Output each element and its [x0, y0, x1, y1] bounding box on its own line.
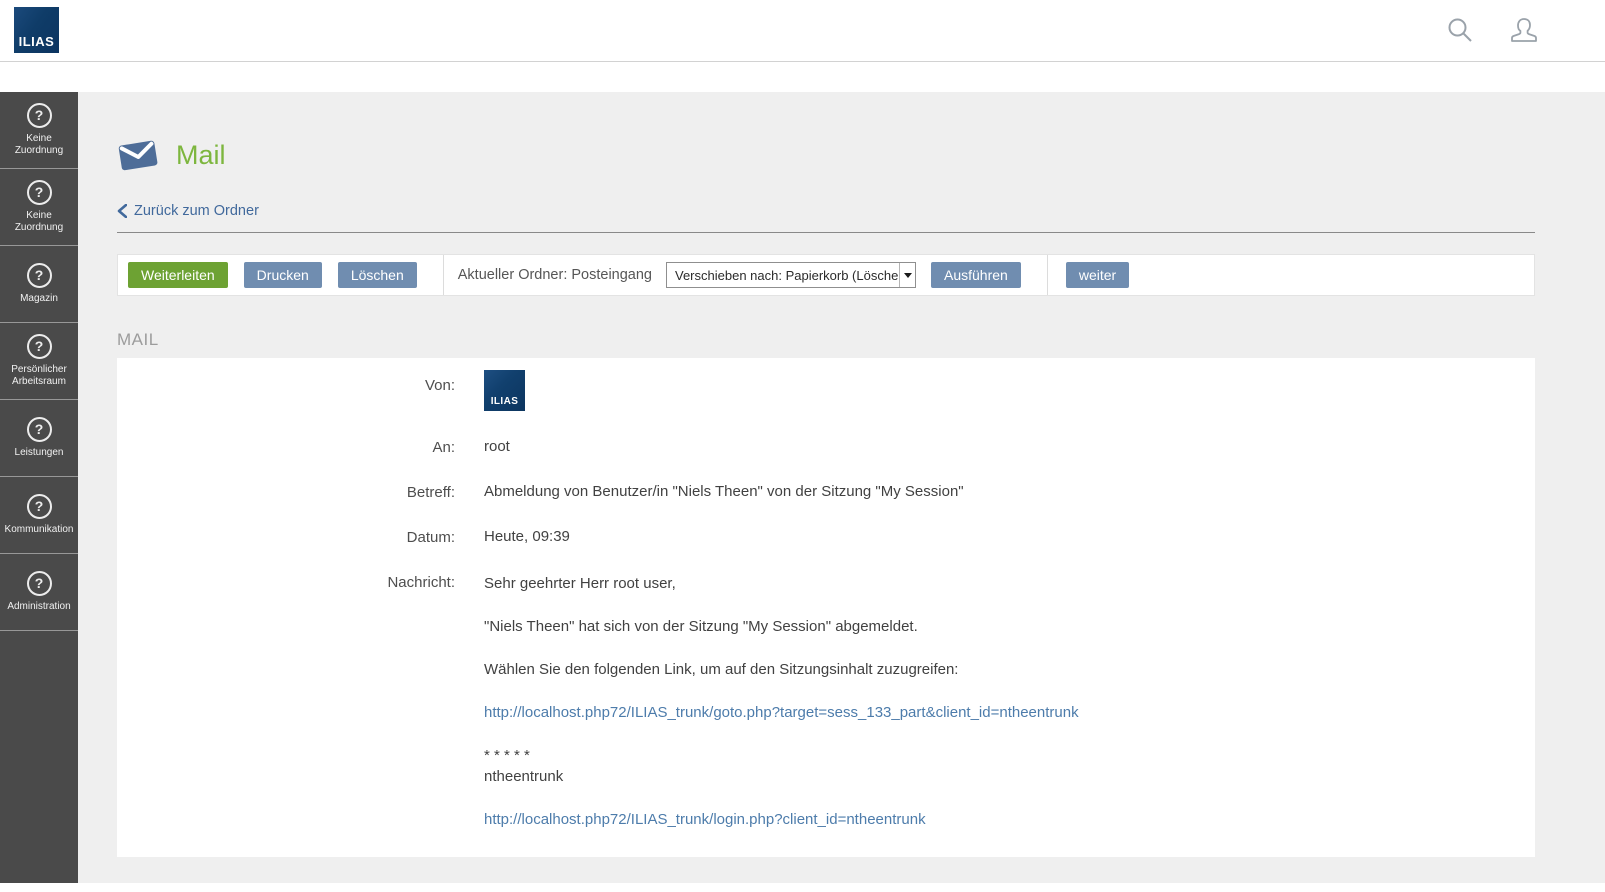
date-label: Datum:: [117, 528, 455, 546]
top-header: ILIAS: [0, 0, 1605, 62]
date-value: Heute, 09:39: [484, 528, 570, 546]
sidebar-item-keine-zuordnung-2[interactable]: ? Keine Zuordnung: [0, 169, 78, 246]
question-circle-icon: ?: [27, 103, 52, 128]
page-title-row: Mail: [117, 136, 1535, 174]
question-circle-icon: ?: [27, 571, 52, 596]
sidebar-item-label: Kommunikation: [5, 524, 74, 537]
mail-panel: Von: ILIAS An: root Betreff: Abmeldung v…: [117, 358, 1535, 857]
search-icon[interactable]: [1445, 16, 1475, 46]
select-dropdown-arrow-icon: [899, 263, 915, 287]
message-body-line: Wählen Sie den folgenden Link, um auf de…: [484, 659, 1079, 680]
question-circle-icon: ?: [27, 494, 52, 519]
user-icon[interactable]: [1509, 16, 1539, 46]
page-title: Mail: [176, 140, 226, 171]
to-label: An:: [117, 438, 455, 456]
sidebar-item-label: Persönlicher Arbeitsraum: [2, 364, 76, 389]
mail-field-message: Nachricht: Sehr geehrter Herr root user,…: [117, 573, 1515, 830]
main-sidebar: ? Keine Zuordnung ? Keine Zuordnung ? Ma…: [0, 92, 78, 883]
session-link[interactable]: http://localhost.php72/ILIAS_trunk/goto.…: [484, 704, 1079, 721]
from-label: Von:: [117, 376, 455, 411]
sidebar-item-administration[interactable]: ? Administration: [0, 554, 78, 631]
sender-avatar: ILIAS: [484, 370, 525, 411]
header-actions: [1445, 16, 1605, 46]
message-label: Nachricht:: [117, 573, 455, 830]
to-value: root: [484, 438, 510, 456]
print-button[interactable]: Drucken: [244, 262, 322, 288]
move-to-select-value: Verschieben nach: Papierkorb (Löschen): [667, 268, 899, 283]
forward-button[interactable]: Weiterleiten: [128, 262, 228, 288]
message-signature: * * * * *ntheentrunk: [484, 745, 1079, 787]
question-circle-icon: ?: [27, 263, 52, 288]
mail-section-title: MAIL: [117, 330, 1535, 350]
main-content: Mail Zurück zum Ordner Weiterleiten Druc…: [78, 92, 1605, 883]
ilias-logo-text: ILIAS: [19, 34, 55, 53]
back-to-folder-link[interactable]: Zurück zum Ordner: [117, 203, 259, 219]
sidebar-item-label: Keine Zuordnung: [2, 133, 76, 158]
next-button[interactable]: weiter: [1066, 262, 1129, 288]
sub-header-strip: [0, 62, 1605, 92]
delete-button[interactable]: Löschen: [338, 262, 417, 288]
mail-envelope-icon: [117, 136, 159, 174]
mail-field-from: Von: ILIAS: [117, 376, 1515, 411]
sender-avatar-text: ILIAS: [491, 396, 519, 411]
sidebar-item-label: Keine Zuordnung: [2, 210, 76, 235]
move-to-select[interactable]: Verschieben nach: Papierkorb (Löschen): [666, 262, 916, 288]
backlink-row: Zurück zum Ordner: [117, 203, 1535, 233]
sidebar-item-label: Magazin: [20, 293, 58, 306]
mail-field-to: An: root: [117, 438, 1515, 456]
message-body-line: "Niels Theen" hat sich von der Sitzung "…: [484, 616, 1079, 637]
subject-label: Betreff:: [117, 483, 455, 501]
ilias-logo[interactable]: ILIAS: [14, 7, 59, 53]
sidebar-item-kommunikation[interactable]: ? Kommunikation: [0, 477, 78, 554]
execute-button[interactable]: Ausführen: [931, 262, 1021, 288]
chevron-left-icon: [117, 204, 127, 218]
message-greeting: Sehr geehrter Herr root user,: [484, 573, 1079, 594]
question-circle-icon: ?: [27, 334, 52, 359]
toolbar-separator: [443, 255, 444, 295]
sidebar-item-leistungen[interactable]: ? Leistungen: [0, 400, 78, 477]
current-folder-text: Aktueller Ordner: Posteingang: [458, 267, 652, 283]
question-circle-icon: ?: [27, 180, 52, 205]
mail-field-subject: Betreff: Abmeldung von Benutzer/in "Niel…: [117, 483, 1515, 501]
subject-value: Abmeldung von Benutzer/in "Niels Theen" …: [484, 483, 964, 501]
sidebar-item-keine-zuordnung-1[interactable]: ? Keine Zuordnung: [0, 92, 78, 169]
sidebar-item-persoenlicher-arbeitsraum[interactable]: ? Persönlicher Arbeitsraum: [0, 323, 78, 400]
mail-field-date: Datum: Heute, 09:39: [117, 528, 1515, 546]
question-circle-icon: ?: [27, 417, 52, 442]
login-link[interactable]: http://localhost.php72/ILIAS_trunk/login…: [484, 811, 926, 828]
footer-strip: [0, 883, 1605, 891]
sidebar-item-label: Administration: [7, 601, 70, 614]
message-body: Sehr geehrter Herr root user, "Niels The…: [484, 573, 1079, 830]
toolbar-separator: [1047, 255, 1048, 295]
sidebar-item-label: Leistungen: [15, 447, 64, 460]
mail-toolbar: Weiterleiten Drucken Löschen Aktueller O…: [117, 254, 1535, 296]
sidebar-item-magazin[interactable]: ? Magazin: [0, 246, 78, 323]
